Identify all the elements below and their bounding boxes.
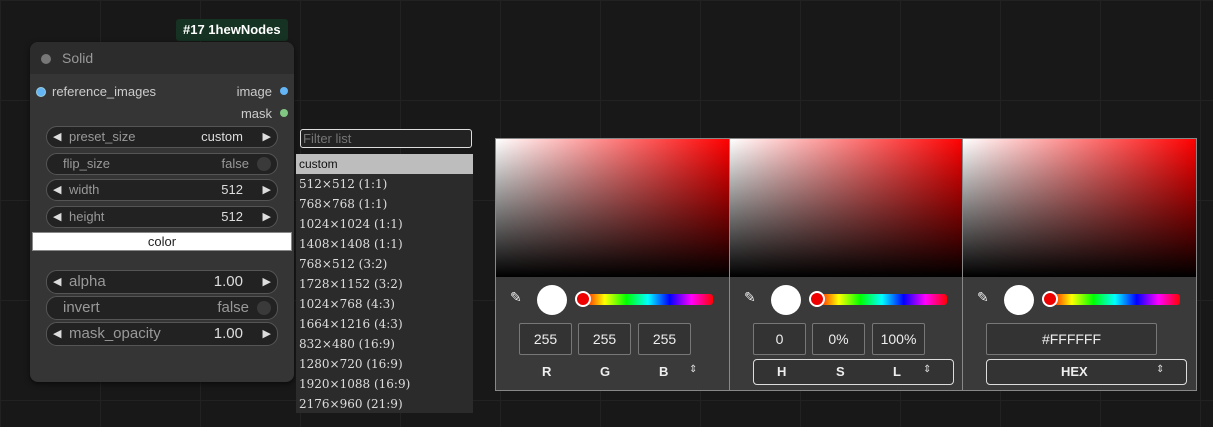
invert-label: invert [63, 299, 100, 316]
hex-input[interactable]: #FFFFFF [986, 323, 1157, 355]
mode-toggle-icon[interactable]: ⇕ [923, 364, 931, 375]
toggle-knob-icon[interactable] [257, 301, 271, 315]
color-widget[interactable]: color [32, 232, 292, 251]
input-slot-label: reference_images [52, 84, 157, 99]
hue-slider-handle[interactable] [1042, 291, 1058, 307]
mask-opacity-number[interactable]: ◀ mask_opacity 1.00 ▶ [46, 322, 278, 346]
hue-slider-handle[interactable] [575, 291, 591, 307]
dropdown-item[interactable]: 768×512 (3:2) [296, 254, 473, 274]
solid-node[interactable]: Solid reference_images image mask ◀ pres… [30, 42, 294, 382]
decrement-arrow-icon[interactable]: ◀ [53, 323, 61, 345]
width-value: 512 [221, 182, 243, 197]
hex-label: HEX [1061, 364, 1088, 379]
increment-arrow-icon[interactable]: ▶ [263, 180, 271, 200]
flip-size-value: false [221, 156, 249, 171]
invert-value: false [217, 299, 249, 316]
mode-toggle-icon[interactable]: ⇕ [689, 364, 697, 375]
decrement-arrow-icon[interactable]: ◀ [53, 207, 61, 227]
filter-list-input[interactable] [300, 129, 472, 148]
h-input[interactable]: 0 [753, 323, 806, 355]
hue-slider[interactable] [583, 294, 713, 305]
hue-slider[interactable] [1050, 294, 1180, 305]
output-slot-dot-image-icon[interactable] [280, 87, 288, 95]
picker-panel-rgb[interactable]: ✎ 255 255 255 R G B ⇕ [496, 139, 729, 390]
saturation-lightness-area[interactable] [496, 139, 729, 277]
picker-panel-hsl[interactable]: ✎ 0 0% 100% H S L ⇕ [729, 139, 963, 390]
g-label: G [600, 364, 611, 379]
dropdown-item[interactable]: 1280×720 (16:9) [296, 354, 473, 374]
l-label: L [893, 364, 901, 379]
node-badge: #17 1hewNodes [176, 19, 288, 41]
width-number[interactable]: ◀ width 512 ▶ [46, 179, 278, 201]
eyedropper-icon[interactable]: ✎ [510, 289, 522, 306]
color-picker[interactable]: ✎ 255 255 255 R G B ⇕ ✎ 0 0% 100% H S L … [495, 138, 1197, 391]
decrement-arrow-icon[interactable]: ◀ [53, 271, 61, 293]
dropdown-item[interactable]: 1664×1216 (4:3) [296, 314, 473, 334]
increment-arrow-icon[interactable]: ▶ [263, 207, 271, 227]
preset-size-dropdown[interactable]: custom 512×512 (1:1) 768×768 (1:1) 1024×… [296, 154, 473, 413]
color-swatch [1004, 285, 1034, 315]
r-label: R [542, 364, 552, 379]
alpha-label: alpha [69, 273, 106, 290]
dropdown-item[interactable]: custom [296, 154, 473, 174]
hue-slider-handle[interactable] [809, 291, 825, 307]
mode-toggle-icon[interactable]: ⇕ [1156, 364, 1164, 375]
output-slot-label-image: image [236, 84, 272, 99]
output-slot-dot-mask-icon[interactable] [280, 109, 288, 117]
r-input[interactable]: 255 [519, 323, 572, 355]
b-label: B [659, 364, 669, 379]
color-swatch [771, 285, 801, 315]
height-value: 512 [221, 209, 243, 224]
h-label: H [777, 364, 787, 379]
s-label: S [836, 364, 845, 379]
preset-size-combo[interactable]: ◀ preset_size custom ▶ [46, 126, 278, 148]
l-input[interactable]: 100% [872, 323, 925, 355]
s-input[interactable]: 0% [812, 323, 865, 355]
collapse-dot-icon[interactable] [41, 54, 51, 64]
decrement-arrow-icon[interactable]: ◀ [53, 127, 61, 147]
preset-size-value: custom [201, 129, 243, 144]
saturation-lightness-area[interactable] [730, 139, 963, 277]
picker-panel-hex[interactable]: ✎ #FFFFFF HEX ⇕ [962, 139, 1196, 390]
input-slot-dot-icon[interactable] [36, 87, 46, 97]
dropdown-item[interactable]: 768×768 (1:1) [296, 194, 473, 214]
eyedropper-icon[interactable]: ✎ [977, 289, 989, 306]
output-slot-label-mask: mask [240, 106, 272, 121]
mask-opacity-label: mask_opacity [69, 325, 161, 342]
alpha-value: 1.00 [213, 273, 243, 290]
dropdown-item[interactable]: 1408×1408 (1:1) [296, 234, 473, 254]
preset-size-label: preset_size [69, 129, 136, 144]
dropdown-item[interactable]: 1920×1088 (16:9) [296, 374, 473, 394]
dropdown-item[interactable]: 512×512 (1:1) [296, 174, 473, 194]
height-number[interactable]: ◀ height 512 ▶ [46, 206, 278, 228]
height-label: height [69, 209, 105, 224]
dropdown-item[interactable]: 832×480 (16:9) [296, 334, 473, 354]
increment-arrow-icon[interactable]: ▶ [263, 323, 271, 345]
flip-size-toggle[interactable]: flip_size false [46, 153, 278, 175]
dropdown-item[interactable]: 1024×768 (4:3) [296, 294, 473, 314]
b-input[interactable]: 255 [638, 323, 691, 355]
invert-toggle[interactable]: invert false [46, 296, 278, 320]
decrement-arrow-icon[interactable]: ◀ [53, 180, 61, 200]
dropdown-item[interactable]: 1024×1024 (1:1) [296, 214, 473, 234]
hue-slider[interactable] [817, 294, 947, 305]
toggle-knob-icon[interactable] [257, 157, 271, 171]
eyedropper-icon[interactable]: ✎ [744, 289, 756, 306]
flip-size-label: flip_size [63, 156, 110, 171]
width-label: width [69, 182, 100, 197]
mask-opacity-value: 1.00 [213, 325, 243, 342]
color-swatch [537, 285, 567, 315]
increment-arrow-icon[interactable]: ▶ [263, 271, 271, 293]
g-input[interactable]: 255 [578, 323, 631, 355]
saturation-lightness-area[interactable] [963, 139, 1196, 277]
dropdown-item[interactable]: 2176×960 (21:9) [296, 394, 473, 414]
dropdown-item[interactable]: 1728×1152 (3:2) [296, 274, 473, 294]
alpha-number[interactable]: ◀ alpha 1.00 ▶ [46, 270, 278, 294]
node-title: Solid [62, 50, 94, 66]
increment-arrow-icon[interactable]: ▶ [263, 127, 271, 147]
